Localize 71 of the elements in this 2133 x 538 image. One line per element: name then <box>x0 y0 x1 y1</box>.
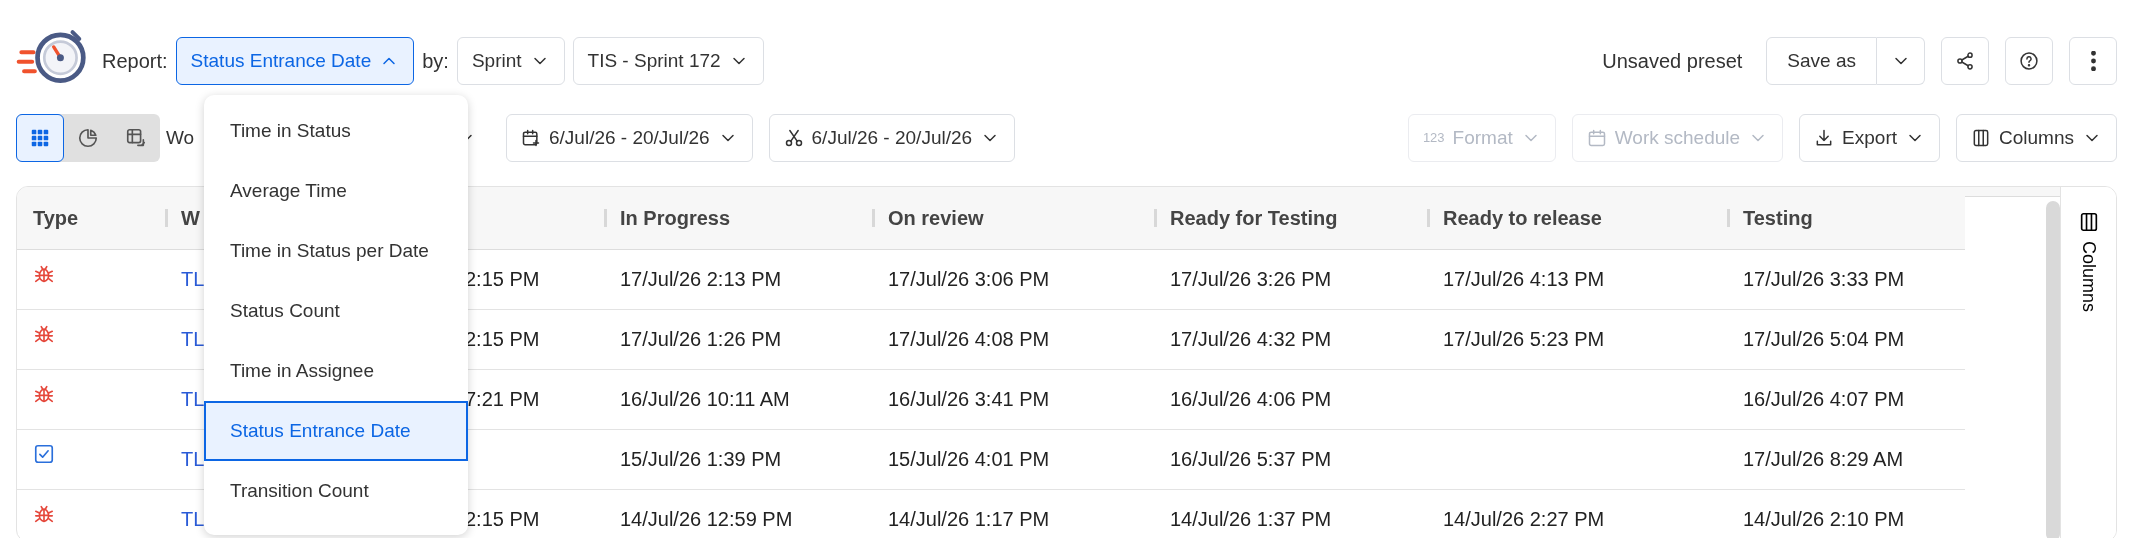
export-button[interactable]: Export <box>1799 114 1940 162</box>
save-as-button[interactable]: Save as <box>1766 37 1877 85</box>
more-icon <box>2090 51 2096 71</box>
pie-chart-icon <box>77 127 99 149</box>
table-cell: 14/Jul/26 1:17 PM <box>888 508 1050 530</box>
menu-item[interactable]: Time in Assignee <box>204 341 468 401</box>
date-cut-select[interactable]: 6/Jul/26 - 20/Jul/26 <box>768 114 1016 162</box>
scrollbar[interactable] <box>2046 201 2060 538</box>
table-cell: 17/Jul/26 3:33 PM <box>1743 268 1905 290</box>
by-label: by: <box>422 49 449 74</box>
columns-button[interactable]: Columns <box>1956 114 2117 162</box>
help-icon <box>2019 51 2039 71</box>
menu-item[interactable]: Time in Status per Date <box>204 221 468 281</box>
table-cell: 14/Jul/26 1:37 PM <box>1170 508 1332 530</box>
column-header[interactable]: On review <box>888 206 984 229</box>
share-button[interactable] <box>1941 37 1989 85</box>
column-header[interactable]: In Progress <box>620 206 731 229</box>
date-range-select[interactable]: 6/Jul/26 - 20/Jul/26 <box>506 114 753 162</box>
issue-link[interactable]: TL <box>181 448 205 470</box>
grid-icon <box>29 127 51 149</box>
menu-item[interactable]: Average Time <box>204 161 468 221</box>
table-cell: 17/Jul/26 8:29 AM <box>1743 448 1904 470</box>
menu-item[interactable]: Transition Count <box>204 461 468 521</box>
help-button[interactable] <box>2005 37 2053 85</box>
column-header[interactable]: W <box>181 206 200 229</box>
issue-link[interactable]: TL <box>181 328 205 350</box>
report-label: Report: <box>102 49 168 74</box>
table-cell: 7:21 PM <box>465 388 540 410</box>
menu-item[interactable]: Status Entrance Date <box>204 401 468 461</box>
view-toggle[interactable] <box>16 114 64 162</box>
table-cell: 17/Jul/26 4:08 PM <box>888 328 1050 350</box>
issue-link[interactable]: TL <box>181 388 205 410</box>
table-cell: 16/Jul/26 5:37 PM <box>1170 448 1332 470</box>
more-button[interactable] <box>2069 37 2117 85</box>
calendar-icon <box>1586 128 1607 148</box>
table-cell: 14/Jul/26 2:10 PM <box>1743 508 1905 530</box>
table-cell: 14/Jul/26 12:59 PM <box>620 508 793 530</box>
issue-link[interactable]: TL <box>181 268 205 290</box>
scissors-icon <box>783 128 804 148</box>
menu-item[interactable]: Status Count <box>204 281 468 341</box>
table-icon <box>125 127 147 149</box>
report-select[interactable]: Status Entrance Date <box>175 37 415 85</box>
table-cell: 16/Jul/26 4:06 PM <box>1170 388 1332 410</box>
table-cell: 17/Jul/26 2:13 PM <box>620 268 782 290</box>
table-cell: 16/Jul/26 3:41 PM <box>888 388 1050 410</box>
share-icon <box>1955 51 1975 71</box>
table-cell: 14/Jul/26 2:27 PM <box>1443 508 1605 530</box>
columns-icon <box>1971 128 1991 148</box>
table-cell: 17/Jul/26 5:23 PM <box>1443 328 1605 350</box>
table-cell: 17/Jul/26 3:26 PM <box>1170 268 1332 290</box>
group-select[interactable]: Sprint <box>456 37 565 85</box>
table-cell: 17/Jul/26 3:06 PM <box>888 268 1050 290</box>
table-cell: 17/Jul/26 5:04 PM <box>1743 328 1905 350</box>
table-cell: 17/Jul/26 1:26 PM <box>620 328 782 350</box>
sprint-select[interactable]: TIS - Sprint 172 <box>572 37 764 85</box>
table-cell: 16/Jul/26 10:11 AM <box>620 388 790 410</box>
calendar-plus-icon <box>521 128 541 148</box>
number-icon: 123 <box>1422 128 1445 148</box>
table-cell: 17/Jul/26 4:13 PM <box>1443 268 1605 290</box>
table-cell: 15/Jul/26 4:01 PM <box>888 448 1050 470</box>
preset-name: Unsaved preset <box>1602 49 1743 74</box>
column-header[interactable]: Testing <box>1743 206 1813 229</box>
table-cell: 17/Jul/26 4:32 PM <box>1170 328 1332 350</box>
column-header[interactable]: Type <box>33 206 79 229</box>
issue-link[interactable]: TL <box>181 508 205 530</box>
columns-panel-tab[interactable]: Columns <box>2060 187 2116 538</box>
table-cell: 15/Jul/26 1:39 PM <box>620 448 782 470</box>
menu-item[interactable]: Time in Status <box>204 101 468 161</box>
column-header[interactable]: Ready to release <box>1443 206 1602 229</box>
checkbox-icon <box>33 442 55 465</box>
table-cell: 16/Jul/26 4:07 PM <box>1743 388 1905 410</box>
